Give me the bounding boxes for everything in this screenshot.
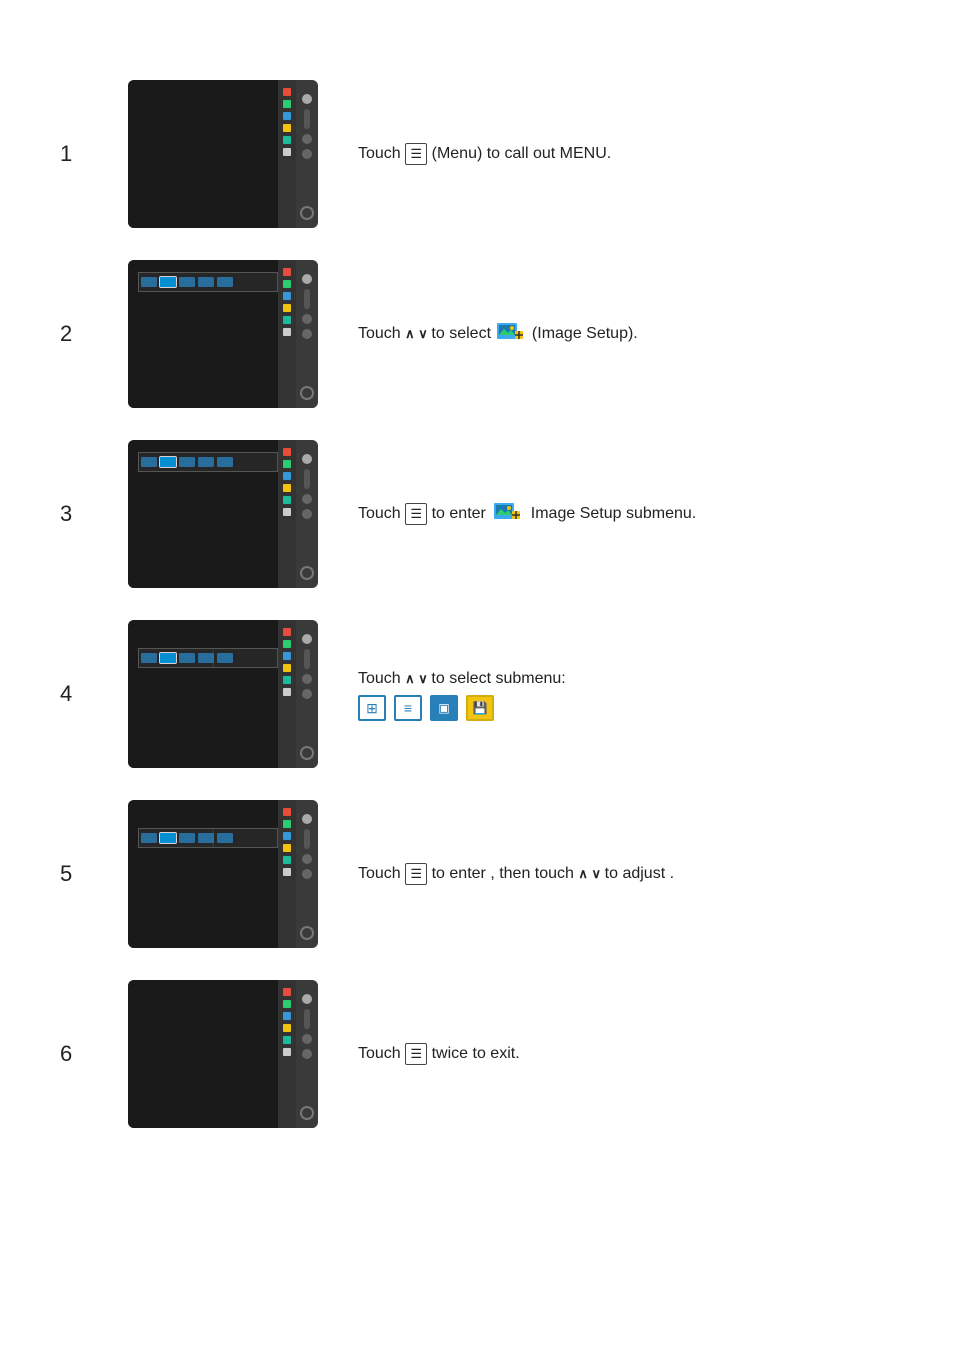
icon-red [283,88,291,96]
step-1-monitor [128,80,318,228]
step-2-touch: Touch [358,325,401,342]
step-6-number: 6 [60,1041,88,1067]
icon-yellow [283,124,291,132]
step-3-touch: Touch [358,505,401,522]
step-6-touch: Touch [358,1045,401,1062]
step-5-touch: Touch [358,865,401,882]
side-btn-3 [302,149,312,159]
step-6-desc: Touch ☰ twice to exit. [358,1042,894,1066]
step-3-number: 3 [60,501,88,527]
step-2-menu-overlay [138,272,278,292]
menu-icon-1: ☰ [405,143,427,165]
submenu-icon-list: ≡ [394,695,422,721]
side-btn-1 [302,94,312,104]
step-4-touch: Touch [358,670,401,687]
step-4-number: 4 [60,681,88,707]
step-4-menu-overlay [138,648,278,668]
step-4-monitor [128,620,318,768]
step-1-number: 1 [60,141,88,167]
step-4-arrows: ∧ ∨ [405,671,431,686]
step-4-desc: Touch ∧ ∨ to select submenu: ⊞ ≡ ▣ 💾 [358,667,894,721]
step-5-middle: to enter , then touch [432,865,574,882]
step-2-row: 2 [60,260,894,408]
step-3-monitor [128,440,318,588]
step-2-desc: Touch ∧ ∨ to select (Image Setup). [358,322,894,346]
step-4-text: to select submenu: [431,670,565,687]
submenu-icon-display: ▣ [430,695,458,721]
step-6-row: 6 [60,980,894,1128]
step-3-suffix: Image Setup submenu. [531,505,696,522]
step-5-desc: Touch ☰ to enter , then touch ∧ ∨ to adj… [358,862,894,886]
step-5-number: 5 [60,861,88,887]
icon-white [283,148,291,156]
icon-green [283,100,291,108]
step-3-to-enter: to enter [432,505,486,522]
submenu-icon-aspect: ⊞ [358,695,386,721]
step-1-text: (Menu) to call out MENU. [432,145,612,162]
step-2-number: 2 [60,321,88,347]
icon-cyan [283,136,291,144]
step-1-desc: Touch ☰ (Menu) to call out MENU. [358,142,894,166]
step-6-monitor [128,980,318,1128]
step-4-line1: Touch ∧ ∨ to select submenu: [358,667,894,691]
step-3-row: 3 [60,440,894,588]
side-btn-long [304,109,310,129]
step-2-to-select: to select [431,325,491,342]
step-3-menu-overlay [138,452,278,472]
step-5-menu-overlay [138,828,278,848]
menu-icon-6: ☰ [405,1043,427,1065]
step-6-suffix: twice to exit. [432,1045,520,1062]
step-4-row: 4 [60,620,894,768]
icon-blue [283,112,291,120]
step-5-suffix: to adjust . [605,865,674,882]
step-4-submenu-icons: ⊞ ≡ ▣ 💾 [358,695,894,721]
step-1-row: 1 [60,80,894,228]
step-3-desc: Touch ☰ to enter Image Setup submenu. [358,502,894,526]
side-circle [300,206,314,220]
image-setup-icon-2 [497,323,525,345]
step-2-monitor [128,260,318,408]
side-btn-2 [302,134,312,144]
step-2-arrows: ∧ ∨ [405,326,431,341]
image-setup-icon-3 [494,503,522,525]
step-5-row: 5 [60,800,894,948]
page-container: 1 [0,0,954,1208]
submenu-icon-save: 💾 [466,695,494,721]
menu-icon-5: ☰ [405,863,427,885]
menu-icon-3: ☰ [405,503,427,525]
step-2-suffix: (Image Setup). [532,325,638,342]
step-1-touch-label: Touch [358,145,401,162]
step-5-monitor [128,800,318,948]
step-5-arrows: ∧ ∨ [578,866,604,881]
